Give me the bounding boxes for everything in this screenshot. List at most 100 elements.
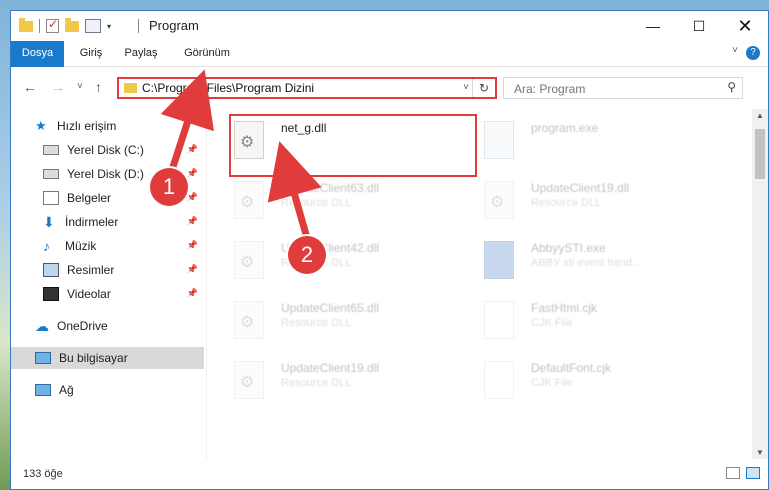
tab-home[interactable]: Giriş [71, 41, 111, 66]
maximize-button[interactable]: ☐ [676, 11, 722, 41]
file-name: program.exe [531, 121, 599, 135]
recent-locations-button[interactable]: ˅ [77, 81, 83, 92]
navigation-pane: ★ Hızlı erişim Yerel Disk (C:) 📌 Yerel D… [11, 111, 206, 461]
exe-file-icon [484, 241, 514, 279]
gear-icon: ⚙ [240, 254, 255, 271]
file-item[interactable]: ⚙ UpdateClient19.dll Resource DLL [466, 171, 701, 225]
scroll-up-icon[interactable]: ▲ [756, 111, 764, 120]
customize-toolbar-chevron-icon[interactable]: ▾ [107, 22, 111, 31]
sidebar-item-label: Bu bilgisayar [59, 351, 128, 365]
scroll-thumb[interactable] [755, 129, 765, 179]
pin-icon[interactable]: 📌 [187, 192, 198, 203]
pane-divider[interactable] [206, 111, 207, 461]
search-box[interactable]: ⚲ [503, 77, 743, 99]
tab-view[interactable]: Görünüm [175, 41, 239, 66]
file-description: CJK File [531, 377, 573, 389]
refresh-button[interactable]: ↻ [472, 79, 495, 97]
sidebar-item-local-disk-c[interactable]: Yerel Disk (C:) 📌 [11, 139, 204, 161]
file-name: UpdateClient63.dll [281, 181, 380, 195]
help-icon[interactable]: ? [746, 46, 760, 60]
dll-file-icon: ⚙ [234, 241, 264, 279]
gear-icon: ⚙ [490, 194, 505, 211]
pin-icon[interactable]: 📌 [187, 216, 198, 227]
properties-check-icon[interactable] [46, 17, 59, 33]
sidebar-item-music[interactable]: ♪ Müzik 📌 [11, 235, 204, 257]
sidebar-item-onedrive[interactable]: ☁ OneDrive [11, 315, 204, 337]
minimize-button[interactable]: — [630, 11, 676, 41]
pin-icon[interactable]: 📌 [187, 168, 198, 179]
tab-share[interactable]: Paylaş [115, 41, 167, 66]
file-name: AbbyySTI.exe [531, 241, 606, 255]
quick-access-toolbar: ▾ [19, 17, 111, 33]
file-item[interactable]: AbbyySTI.exe ABBY sti event hand... [466, 231, 701, 285]
expand-ribbon-chevron-icon[interactable]: ˅ [732, 45, 738, 56]
file-item[interactable]: ⚙ UpdateClient65.dll Resource DLL [216, 291, 451, 345]
file-name: DefaultFont.cjk [531, 361, 612, 375]
scroll-down-icon[interactable]: ▼ [756, 448, 764, 457]
new-folder-icon[interactable] [65, 17, 79, 32]
address-dropdown-chevron-icon[interactable]: ˅ [463, 82, 469, 93]
search-input[interactable] [512, 80, 716, 98]
address-bar[interactable]: C:\Program Files\Program Dizini ˅ ↻ [117, 77, 497, 99]
pin-icon[interactable]: 📌 [187, 288, 198, 299]
documents-icon [43, 191, 59, 205]
drive-icon [43, 169, 59, 179]
folder-icon [19, 17, 33, 32]
file-description: Resource DLL [281, 377, 352, 389]
sidebar-item-label: OneDrive [57, 319, 108, 333]
sidebar-item-label: Yerel Disk (D:) [67, 167, 144, 181]
forward-button[interactable]: → [51, 79, 65, 95]
music-icon: ♪ [43, 238, 50, 254]
status-bar: 133 öğe [11, 459, 768, 489]
properties-icon[interactable] [85, 19, 101, 33]
dll-file-icon: ⚙ [234, 361, 264, 399]
address-path[interactable]: C:\Program Files\Program Dizini [142, 81, 314, 95]
file-description: CJK File [531, 317, 573, 329]
file-description: ABBY sti event hand... [531, 257, 641, 269]
gear-icon: ⚙ [240, 314, 255, 331]
file-item[interactable]: DefaultFont.cjk CJK File [466, 351, 701, 405]
gear-icon: ⚙ [240, 194, 255, 211]
file-description: Resource DLL [531, 197, 602, 209]
title-separator [138, 19, 139, 33]
sidebar-item-label: İndirmeler [65, 215, 119, 229]
download-icon: ⬇ [43, 214, 55, 230]
sidebar-item-label: Videolar [67, 287, 111, 301]
file-item[interactable]: program.exe [466, 111, 701, 165]
callout-1: 1 [150, 168, 188, 206]
window-title: Program [149, 18, 199, 33]
sidebar-item-pictures[interactable]: Resimler 📌 [11, 259, 204, 281]
sidebar-item-videos[interactable]: Videolar 📌 [11, 283, 204, 305]
file-item[interactable]: ⚙ UpdateClient19.dll Resource DLL [216, 351, 451, 405]
large-icons-view-icon[interactable] [746, 467, 760, 479]
sidebar-item-label: Müzik [65, 239, 97, 253]
file-name: FastHtml.cjk [531, 301, 597, 315]
close-button[interactable]: ✕ [722, 11, 768, 41]
pin-icon[interactable]: 📌 [187, 264, 198, 275]
details-view-icon[interactable] [726, 467, 740, 479]
drive-icon [43, 145, 59, 155]
folder-icon [124, 83, 137, 93]
cloud-icon: ☁ [35, 318, 49, 334]
sidebar-item-quick-access[interactable]: ★ Hızlı erişim [11, 115, 204, 137]
sidebar-item-label: Hızlı erişim [57, 119, 117, 133]
file-item[interactable]: ⚙ UpdateClient42.dll Resource DLL [216, 231, 451, 285]
generic-file-icon [484, 301, 514, 339]
file-description: Resource DLL [281, 197, 352, 209]
sidebar-item-network[interactable]: Ağ [11, 379, 204, 401]
navigation-bar: ← → ˅ ↑ C:\Program Files\Program Dizini … [11, 67, 768, 108]
search-icon[interactable]: ⚲ [727, 80, 736, 94]
back-button[interactable]: ← [23, 79, 37, 95]
file-item[interactable]: FastHtml.cjk CJK File [466, 291, 701, 345]
file-highlight-box [229, 114, 477, 177]
explorer-window: ▾ Program — ☐ ✕ Dosya Giriş Paylaş Görün… [10, 10, 769, 490]
up-button[interactable]: ↑ [95, 79, 102, 95]
vertical-scrollbar[interactable]: ▲ ▼ [752, 109, 768, 459]
pin-icon[interactable]: 📌 [187, 240, 198, 251]
star-icon: ★ [35, 118, 47, 133]
pin-icon[interactable]: 📌 [187, 144, 198, 155]
sidebar-item-this-pc[interactable]: Bu bilgisayar [11, 347, 204, 369]
file-item[interactable]: ⚙ UpdateClient63.dll Resource DLL [216, 171, 451, 225]
sidebar-item-downloads[interactable]: ⬇ İndirmeler 📌 [11, 211, 204, 233]
dll-file-icon: ⚙ [234, 301, 264, 339]
